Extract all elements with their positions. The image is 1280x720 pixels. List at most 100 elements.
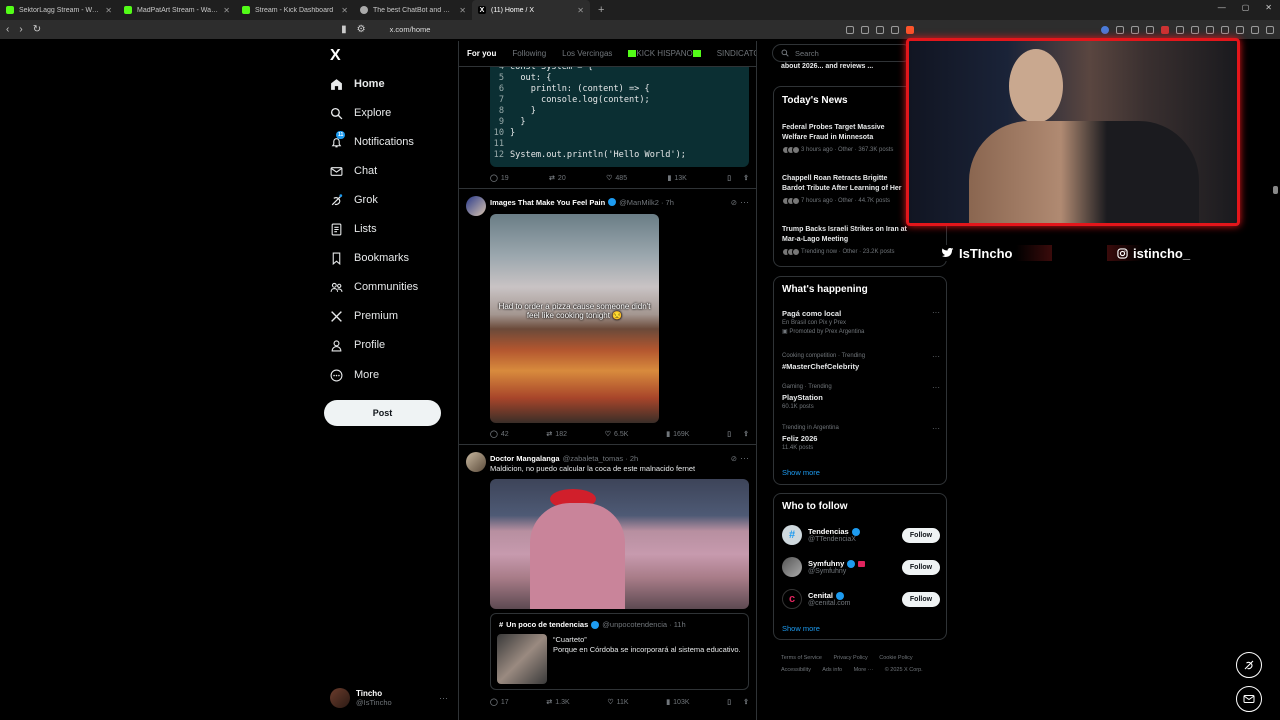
more-dots-icon[interactable]: ··· (740, 453, 749, 463)
browser-tab-active[interactable]: X (11) Home / X ✕ (472, 0, 590, 20)
grok-icon[interactable]: ⊘ (731, 454, 737, 463)
extension-icon[interactable] (1131, 25, 1139, 34)
tab-following[interactable]: Following (512, 49, 546, 58)
messages-float-button[interactable] (1236, 686, 1262, 712)
post-video[interactable] (490, 479, 749, 609)
brave-shield-icon[interactable] (906, 25, 914, 34)
sidebar-item-profile[interactable]: Profile (330, 331, 385, 359)
trend-item[interactable]: Trending in Argentina Feliz 2026 11.4K p… (782, 424, 940, 453)
like-button[interactable]: ♡ 11K (607, 698, 628, 707)
footer-link[interactable]: Ads info (822, 667, 842, 673)
repost-button[interactable]: ⇄ 20 (549, 174, 566, 183)
more-dots-icon[interactable]: ··· (932, 383, 940, 392)
browser-tab[interactable]: Stream - Kick Dashboard ✕ (236, 0, 354, 20)
cast-icon[interactable] (846, 25, 854, 34)
sidebar-item-home[interactable]: Home (330, 70, 385, 98)
maximize-icon[interactable]: ▢ (1242, 3, 1250, 12)
account-switcher[interactable]: Tincho @IsTincho ··· (330, 686, 448, 710)
share-icon[interactable]: ⇪ (743, 174, 749, 182)
new-tab-button[interactable]: + (590, 4, 612, 16)
back-icon[interactable]: ‹ (6, 24, 9, 35)
grok-icon[interactable]: ⊘ (731, 198, 737, 207)
author-handle[interactable]: @zabaleta_tomas · 2h (563, 454, 639, 463)
minimize-icon[interactable]: — (1218, 3, 1226, 12)
site-settings-icon[interactable]: ⚙ (357, 24, 366, 35)
avatar[interactable] (466, 452, 486, 472)
url-field[interactable]: x.com/home (390, 25, 836, 34)
views-button[interactable]: ▮ 169K (666, 430, 689, 439)
sidebar-item-bookmarks[interactable]: Bookmarks (330, 244, 409, 272)
more-dots-icon[interactable]: ··· (932, 424, 940, 433)
tab-sindicato[interactable]: SINDICATO D (717, 49, 756, 58)
browser-tab[interactable]: MadPatArt Stream - Watch Live o ✕ (118, 0, 236, 20)
like-button[interactable]: ♡ 485 (606, 174, 627, 183)
follow-suggestion[interactable]: Symfuhny @Symfuhny Follow (782, 554, 940, 580)
trend-item[interactable]: Cooking competition · Trending #MasterCh… (782, 352, 940, 372)
extension-icon[interactable] (1116, 25, 1124, 34)
close-tab-icon[interactable]: ✕ (577, 6, 584, 15)
more-dots-icon[interactable]: ··· (740, 197, 749, 207)
leo-icon[interactable] (1251, 25, 1259, 34)
sidebar-item-premium[interactable]: Premium (330, 302, 398, 330)
close-tab-icon[interactable]: ✕ (459, 6, 466, 15)
news-headline[interactable]: Trump Backs Israeli Strikes on Iran at M… (782, 225, 908, 245)
trend-item[interactable]: Gaming · Trending PlayStation 60.1K post… (782, 383, 940, 412)
sidebar-item-grok[interactable]: Grok (330, 186, 378, 214)
reply-button[interactable]: ◯ 42 (490, 430, 509, 439)
bookmark-icon[interactable]: ▯ (727, 430, 731, 438)
like-button[interactable]: ♡ 6.5K (605, 430, 629, 439)
browser-tab[interactable]: SektorLagg Stream - Watch Live o ✕ (0, 0, 118, 20)
footer-link[interactable]: Privacy Policy (834, 655, 868, 661)
extension-icon[interactable] (1176, 25, 1184, 34)
avatar[interactable] (466, 196, 486, 216)
reply-button[interactable]: ◯ 17 (490, 698, 509, 707)
more-dots-icon[interactable]: ··· (439, 693, 448, 703)
tab-for-you[interactable]: For you (467, 49, 496, 58)
follow-button[interactable]: Follow (902, 527, 940, 543)
follow-suggestion[interactable]: c Cenital @cenital.com Follow (782, 586, 940, 612)
more-dots-icon[interactable]: ··· (932, 352, 940, 361)
tab-kick-hispano[interactable]: KICK HISPANO (628, 49, 701, 58)
wallet-icon[interactable] (1236, 25, 1244, 34)
close-tab-icon[interactable]: ✕ (105, 6, 112, 15)
bookmark-page-icon[interactable]: ▮ (341, 24, 347, 35)
sidebar-item-notifications[interactable]: 11 Notifications (330, 128, 414, 156)
grok-float-button[interactable] (1236, 652, 1262, 678)
footer-link[interactable]: Accessibility (781, 667, 811, 673)
repost-button[interactable]: ⇄ 182 (546, 430, 567, 439)
menu-icon[interactable] (1266, 25, 1274, 34)
browser-tab[interactable]: The best ChatBot and Widgets fo ✕ (354, 0, 472, 20)
share-icon[interactable]: ⇪ (743, 698, 749, 706)
star-icon[interactable] (891, 25, 899, 34)
views-button[interactable]: ▮ 103K (666, 698, 689, 707)
author-name[interactable]: Doctor Mangalanga (490, 454, 560, 463)
media-icon[interactable] (1206, 25, 1214, 34)
sidebar-icon[interactable] (1221, 25, 1229, 34)
follow-button[interactable]: Follow (902, 559, 940, 575)
repost-button[interactable]: ⇄ 1.3K (546, 698, 569, 707)
extension-icon[interactable] (1161, 25, 1169, 34)
footer-link[interactable]: More ··· (854, 667, 874, 673)
post-button[interactable]: Post (324, 400, 441, 426)
close-window-icon[interactable]: ✕ (1265, 3, 1272, 12)
reload-icon[interactable]: ↻ (33, 24, 41, 35)
follow-suggestion[interactable]: # Tendencias @TTendenciaX Follow (782, 522, 940, 548)
sidebar-item-chat[interactable]: Chat (330, 157, 377, 185)
share-icon[interactable] (876, 25, 884, 34)
bookmark-icon[interactable]: ▯ (727, 698, 731, 706)
show-more-link[interactable]: Show more (782, 468, 820, 477)
author-name[interactable]: Images That Make You Feel Pain (490, 198, 605, 207)
extension-icon[interactable] (1146, 25, 1154, 34)
show-more-link[interactable]: Show more (782, 624, 820, 633)
page-scrollbar[interactable] (1273, 41, 1278, 720)
close-tab-icon[interactable]: ✕ (341, 6, 348, 15)
footer-link[interactable]: Cookie Policy (879, 655, 912, 661)
follow-button[interactable]: Follow (902, 591, 940, 607)
more-dots-icon[interactable]: ··· (932, 308, 940, 317)
reply-button[interactable]: ◯ 19 (490, 174, 509, 183)
extension-icon[interactable] (1101, 25, 1109, 34)
sidebar-item-more[interactable]: More (330, 361, 379, 389)
sidebar-item-communities[interactable]: Communities (330, 273, 418, 301)
translate-icon[interactable] (861, 25, 869, 34)
post-image[interactable]: Had to order a pizza cause someone didn'… (490, 214, 659, 423)
